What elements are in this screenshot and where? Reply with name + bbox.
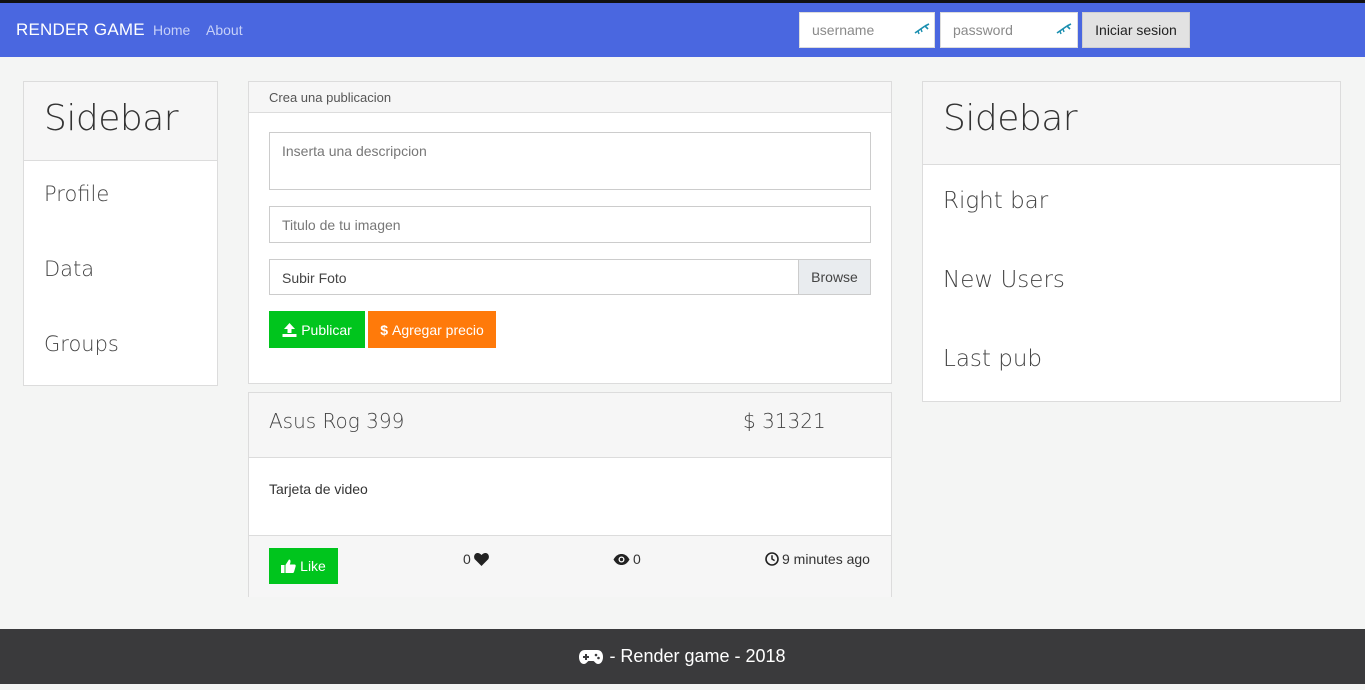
sidebar-item-right-bar[interactable]: Right bar [943,188,1048,214]
add-price-button[interactable]: $ Agregar precio [368,311,496,348]
composer-title: Crea una publicacion [269,90,392,105]
post-title: Asus Rog 399 [269,409,405,433]
image-title-input[interactable] [269,206,871,243]
footer: - Render game - 2018 [0,629,1365,684]
post-footer: Like 0 0 9 minutes ago [249,535,891,597]
likes-count: 0 [463,551,489,567]
thumbs-up-icon [281,559,296,573]
right-sidebar-title: Sidebar [943,98,1078,139]
post-composer: Crea una publicacion Subir Foto Browse P… [248,81,892,384]
nav-link-home[interactable]: Home [153,22,190,38]
key-icon [914,23,930,35]
dollar-icon: $ [380,321,388,338]
post-card: Asus Rog 399 $ 31321 Tarjeta de video Li… [248,392,892,597]
navbar: RENDER GAME Home About Iniciar sesion [0,3,1365,57]
description-textarea[interactable] [269,132,871,190]
publish-label: Publicar [301,321,352,338]
sidebar-item-groups[interactable]: Groups [44,332,119,356]
upload-icon [282,322,297,337]
footer-text: - Render game - 2018 [609,646,786,666]
time-ago: 9 minutes ago [782,551,870,567]
right-sidebar: Sidebar Right bar New Users Last pub [922,81,1341,402]
left-sidebar: Sidebar Profile Data Groups [23,81,218,386]
brand-logo[interactable]: RENDER GAME [16,20,145,40]
add-price-label: Agregar precio [391,321,484,338]
sidebar-item-data[interactable]: Data [44,257,94,281]
post-timestamp: 9 minutes ago [765,551,870,567]
browse-button[interactable]: Browse [798,260,870,294]
post-price: $ 31321 [743,409,826,433]
views-count-value: 0 [633,551,641,567]
gamepad-icon [579,649,604,664]
key-icon [1056,23,1072,35]
left-sidebar-title: Sidebar [44,98,179,139]
views-count: 0 [613,551,641,567]
nav-link-about[interactable]: About [206,22,243,38]
file-upload-label: Subir Foto [282,270,347,286]
post-description: Tarjeta de video [269,481,368,497]
sidebar-item-profile[interactable]: Profile [44,182,109,206]
login-button[interactable]: Iniciar sesion [1082,12,1190,48]
like-label: Like [300,558,326,574]
clock-icon [765,552,779,566]
bottom-strip [0,684,1365,690]
file-upload-field[interactable]: Subir Foto Browse [269,259,871,295]
like-button[interactable]: Like [269,548,338,584]
likes-count-value: 0 [463,551,471,567]
sidebar-item-last-pub[interactable]: Last pub [943,346,1042,372]
publish-button[interactable]: Publicar [269,311,365,348]
sidebar-item-new-users[interactable]: New Users [943,267,1065,293]
heart-icon [473,552,489,566]
eye-icon [613,553,630,565]
